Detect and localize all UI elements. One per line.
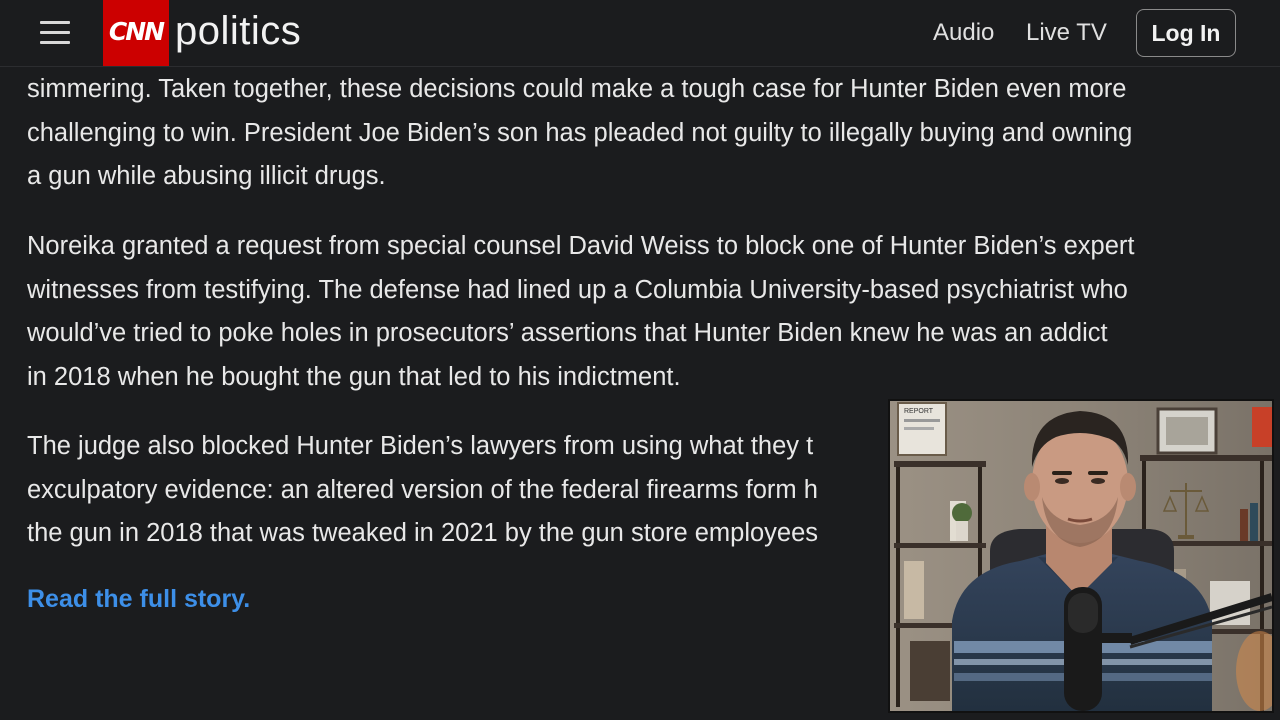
article-paragraph: simmering. Taken together, these decisio… xyxy=(27,68,1257,199)
shelf xyxy=(894,461,986,467)
webcam-overlay: REPORT xyxy=(888,399,1274,713)
poster-label: REPORT xyxy=(904,408,934,415)
paragraph-line: in 2018 when he bought the gun that led … xyxy=(27,362,681,391)
cnn-logo[interactable]: CNN xyxy=(103,0,169,66)
logo-text: CNN xyxy=(108,17,165,46)
book-spines xyxy=(1252,407,1272,447)
paragraph-line: a gun while abusing illicit drugs. xyxy=(27,162,386,190)
paragraph-line: simmering. Taken together, these decisio… xyxy=(27,75,1127,103)
paragraph-line: Noreika granted a request from special c… xyxy=(27,232,1135,260)
nav-audio-link[interactable]: Audio xyxy=(933,19,994,47)
shelf xyxy=(894,543,986,548)
nav-live-tv-link[interactable]: Live TV xyxy=(1026,19,1107,47)
menu-icon[interactable] xyxy=(40,18,70,48)
article-paragraph: Noreika granted a request from special c… xyxy=(27,225,1257,399)
site-header: CNN politics Audio Live TV Log In xyxy=(0,0,1280,67)
shelf xyxy=(1140,455,1272,461)
paragraph-line: witnesses from testifying. The defense h… xyxy=(27,275,1128,304)
login-button[interactable]: Log In xyxy=(1136,9,1236,57)
read-full-story-link[interactable]: Read the full story. xyxy=(27,585,250,614)
section-title[interactable]: politics xyxy=(175,9,301,54)
webcam-scene: REPORT xyxy=(890,401,1272,711)
plant xyxy=(952,503,972,523)
paragraph-line: would’ve tried to poke holes in prosecut… xyxy=(27,319,1108,347)
paragraph-line: challenging to win. President Joe Biden’… xyxy=(27,118,1133,147)
